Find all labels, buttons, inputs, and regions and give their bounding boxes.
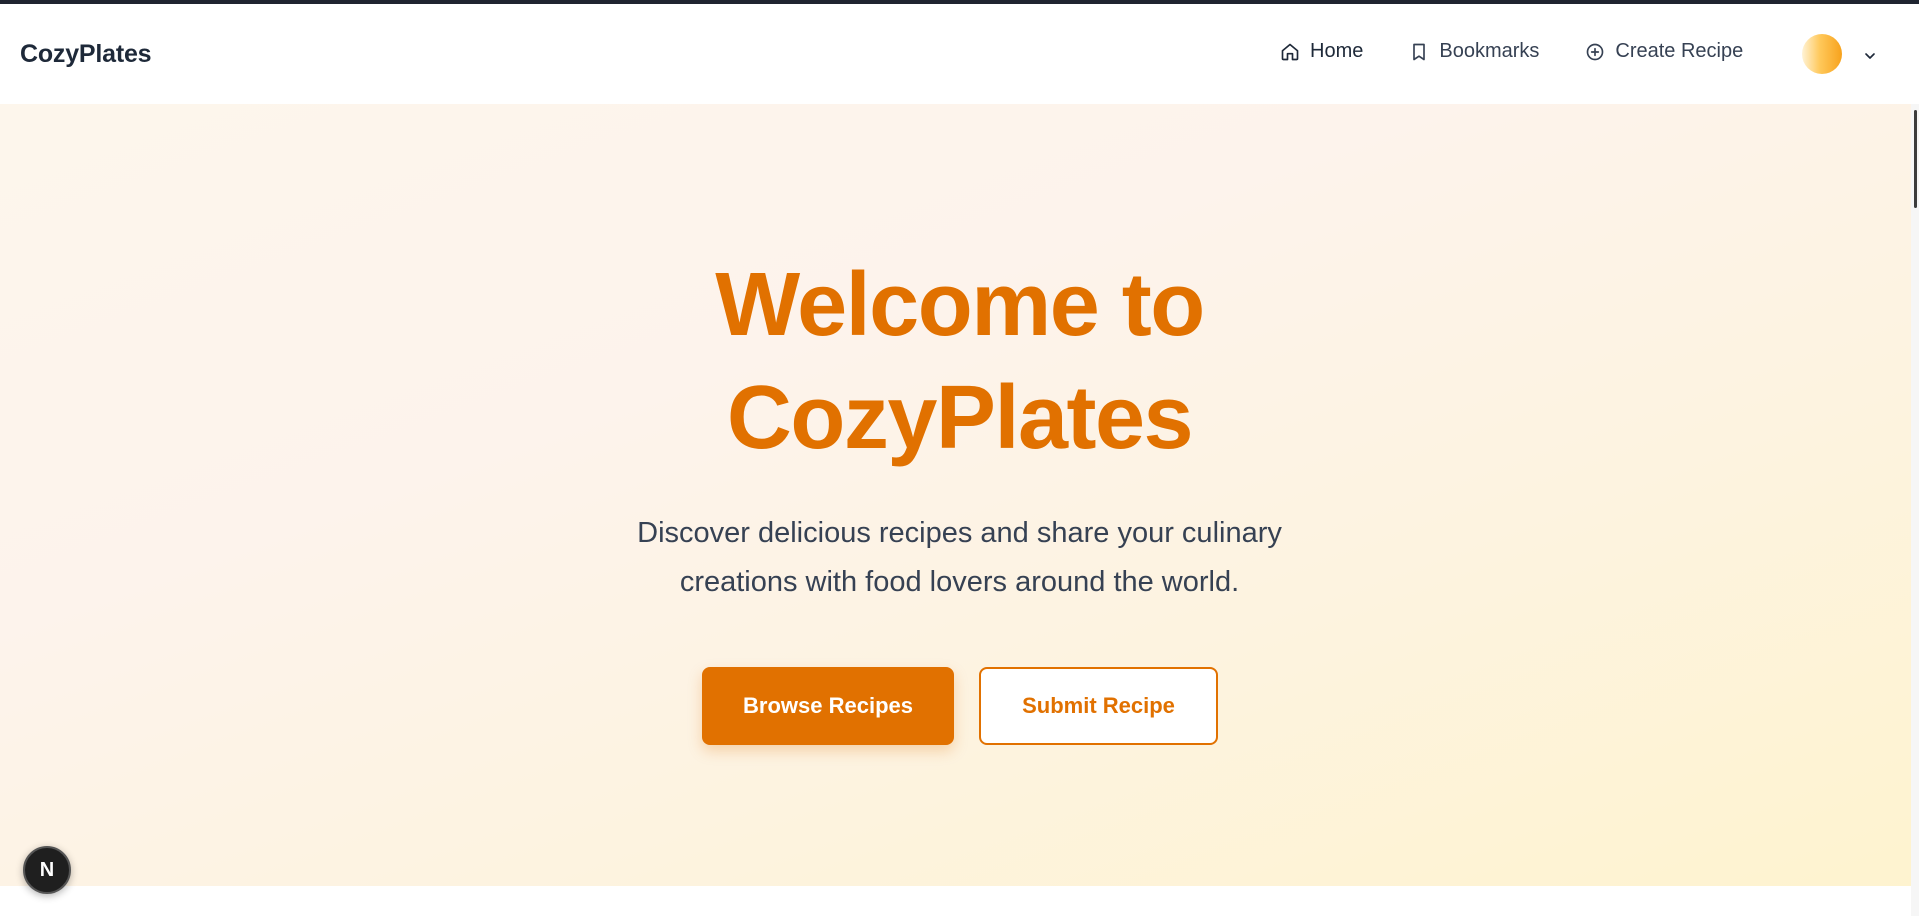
browse-recipes-button[interactable]: Browse Recipes (702, 667, 954, 745)
chevron-down-icon[interactable] (1862, 48, 1878, 64)
nav-link-home-label: Home (1310, 40, 1364, 62)
submit-recipe-button[interactable]: Submit Recipe (979, 667, 1218, 745)
hero-subtitle-line-1: Discover delicious recipes and share you… (637, 517, 1282, 549)
hero-subtitle-line-2: creations with food lovers around the wo… (679, 566, 1240, 598)
navbar: CozyPlates Home Bookmarks Create Recipe (0, 4, 1919, 104)
scrollbar-track[interactable] (1911, 104, 1919, 916)
hero-title-line-1: Welcome to (715, 255, 1205, 355)
brand-logo[interactable]: CozyPlates (20, 40, 152, 69)
nav-link-bookmarks[interactable]: Bookmarks (1409, 40, 1539, 63)
hero-title-line-2: CozyPlates (726, 368, 1194, 468)
dev-tools-badge[interactable]: N (23, 846, 71, 894)
user-avatar[interactable] (1802, 34, 1842, 74)
nav-links: Home Bookmarks Create Recipe (1280, 40, 1789, 63)
plus-circle-icon (1587, 43, 1604, 60)
hero-subtitle: Discover delicious recipes and share you… (0, 509, 1919, 607)
nav-link-create-recipe-label: Create Recipe (1615, 40, 1744, 62)
hero-title: Welcome to CozyPlates (0, 249, 1919, 475)
nav-link-bookmarks-label: Bookmarks (1439, 40, 1540, 62)
hero-section: Welcome to CozyPlates Discover delicious… (0, 104, 1919, 886)
scrollbar-thumb[interactable] (1914, 110, 1917, 208)
home-icon (1281, 43, 1299, 60)
nav-link-create-recipe[interactable]: Create Recipe (1585, 40, 1743, 63)
nav-link-home[interactable]: Home (1280, 40, 1363, 63)
bookmark-icon (1413, 43, 1426, 60)
